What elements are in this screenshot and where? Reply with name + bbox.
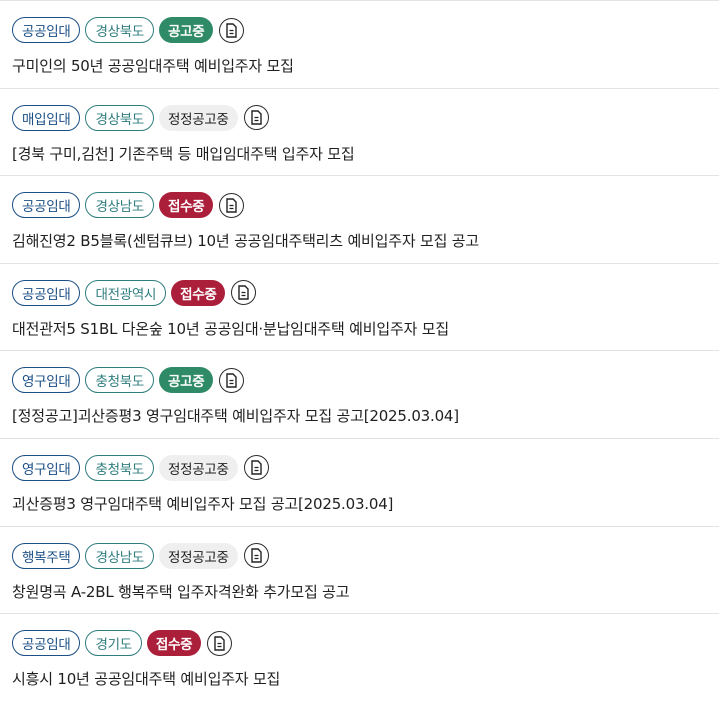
housing-type-tag: 공공임대 xyxy=(12,17,81,43)
document-icon xyxy=(238,285,250,300)
document-icon xyxy=(250,110,262,125)
notice-title[interactable]: 창원명곡 A-2BL 행복주택 입주자격완화 추가모집 공고 xyxy=(12,582,719,602)
attachment-button[interactable] xyxy=(231,280,257,306)
document-icon xyxy=(250,460,262,476)
housing-type-tag: 공공임대 xyxy=(12,192,81,219)
status-badge: 정정공고중 xyxy=(158,542,238,569)
notice-item[interactable]: 영구임대 충청북도 공고중 [정정공고]괴산증평3 영구임대주택 예비입주자 모… xyxy=(0,351,719,439)
region-tag: 경기도 xyxy=(85,630,142,657)
notice-item[interactable]: 매입임대 경상북도 정정공고중 [경북 구미,김천] 기존주택 등 매입임대주택… xyxy=(0,89,719,177)
attachment-button[interactable] xyxy=(219,192,245,218)
status-badge: 공고중 xyxy=(158,17,214,43)
housing-type-tag: 영구임대 xyxy=(12,367,81,394)
document-icon xyxy=(250,548,262,563)
notice-title[interactable]: 김해진영2 B5블록(센텀큐브) 10년 공공임대주택리츠 예비입주자 모집 공… xyxy=(12,231,719,251)
notice-item[interactable]: 행복주택 경상남도 정정공고중 창원명곡 A-2BL 행복주택 입주자격완화 추… xyxy=(0,527,719,615)
document-icon xyxy=(214,635,225,651)
notice-title[interactable]: 구미인의 50년 공공임대주택 예비입주자 모집 xyxy=(12,56,719,76)
notice-title[interactable]: 괴산증평3 영구임대주택 예비입주자 모집 공고[2025.03.04] xyxy=(12,494,719,514)
attachment-button[interactable] xyxy=(207,630,233,656)
notice-tags: 공공임대 대전광역시 접수중 xyxy=(12,279,719,306)
region-tag: 경상북도 xyxy=(85,104,154,131)
housing-type-tag: 영구임대 xyxy=(12,454,81,481)
notice-title[interactable]: 대전관저5 S1BL 다온숲 10년 공공임대·분납임대주택 예비입주자 모집 xyxy=(12,319,719,339)
region-tag: 경상북도 xyxy=(85,17,154,43)
notice-tags: 행복주택 경상남도 정정공고중 xyxy=(12,542,719,569)
notice-item[interactable]: 영구임대 충청북도 정정공고중 괴산증평3 영구임대주택 예비입주자 모집 공고… xyxy=(0,439,719,527)
notice-item[interactable]: 공공임대 대전광역시 접수중 대전관저5 S1BL 다온숲 10년 공공임대·분… xyxy=(0,264,719,352)
housing-type-tag: 매입임대 xyxy=(12,104,81,131)
notice-title[interactable]: [정정공고]괴산증평3 영구임대주택 예비입주자 모집 공고[2025.03.0… xyxy=(12,406,719,426)
notice-tags: 영구임대 충청북도 정정공고중 xyxy=(12,454,719,481)
region-tag: 경상남도 xyxy=(85,542,154,569)
attachment-button[interactable] xyxy=(243,105,269,131)
attachment-button[interactable] xyxy=(219,367,245,393)
status-badge: 정정공고중 xyxy=(158,104,238,131)
housing-type-tag: 공공임대 xyxy=(12,630,81,657)
notice-tags: 공공임대 경상남도 접수중 xyxy=(12,192,719,219)
notice-tags: 매입임대 경상북도 정정공고중 xyxy=(12,104,719,131)
notice-item[interactable]: 공공임대 경기도 접수중 시흥시 10년 공공임대주택 예비입주자 모집 xyxy=(0,614,719,702)
status-badge: 접수중 xyxy=(158,192,214,219)
notice-item[interactable]: 공공임대 경상북도 공고중 구미인의 50년 공공임대주택 예비입주자 모집 xyxy=(0,1,719,89)
notice-tags: 영구임대 충청북도 공고중 xyxy=(12,367,719,394)
attachment-button[interactable] xyxy=(219,17,245,43)
region-tag: 충청북도 xyxy=(85,454,154,481)
document-icon xyxy=(226,197,238,213)
attachment-button[interactable] xyxy=(243,455,269,481)
notice-tags: 공공임대 경기도 접수중 xyxy=(12,630,719,657)
notice-list: 공공임대 경상북도 공고중 구미인의 50년 공공임대주택 예비입주자 모집 매… xyxy=(0,0,719,702)
document-icon xyxy=(226,22,238,38)
notice-item[interactable]: 공공임대 경상남도 접수중 김해진영2 B5블록(센텀큐브) 10년 공공임대주… xyxy=(0,176,719,264)
notice-title[interactable]: 시흥시 10년 공공임대주택 예비입주자 모집 xyxy=(12,669,719,689)
region-tag: 충청북도 xyxy=(85,367,154,394)
status-badge: 공고중 xyxy=(158,367,214,394)
status-badge: 접수중 xyxy=(171,279,226,306)
region-tag: 대전광역시 xyxy=(85,279,167,306)
region-tag: 경상남도 xyxy=(85,192,154,219)
attachment-button[interactable] xyxy=(243,543,269,569)
notice-tags: 공공임대 경상북도 공고중 xyxy=(12,17,719,43)
status-badge: 정정공고중 xyxy=(158,454,238,481)
status-badge: 접수중 xyxy=(146,630,202,657)
document-icon xyxy=(226,373,238,388)
notice-title[interactable]: [경북 구미,김천] 기존주택 등 매입임대주택 입주자 모집 xyxy=(12,144,719,164)
housing-type-tag: 공공임대 xyxy=(12,279,81,306)
housing-type-tag: 행복주택 xyxy=(12,542,81,569)
